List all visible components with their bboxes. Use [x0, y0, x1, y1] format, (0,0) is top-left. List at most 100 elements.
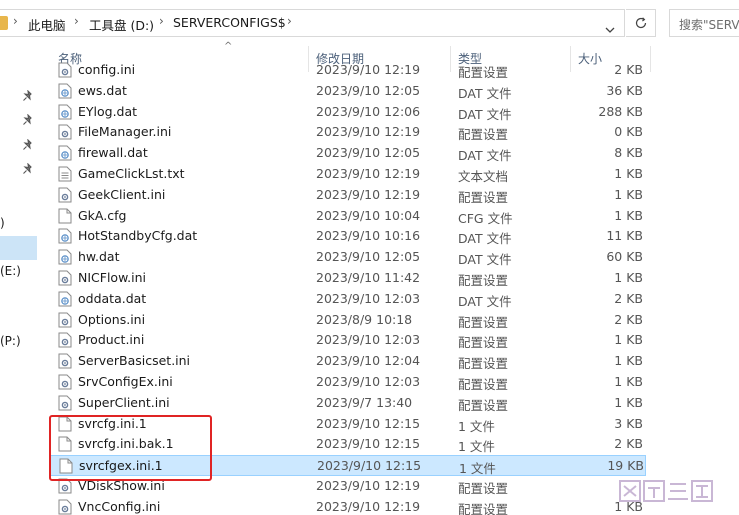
file-name: HotStandbyCfg.dat: [78, 228, 198, 244]
file-row[interactable]: hw.dat 2023/9/10 12:05 DAT 文件 60 KB: [50, 247, 646, 268]
file-date-modified: 2023/9/10 12:03: [316, 332, 421, 348]
file-date-modified: 2023/9/10 12:06: [316, 103, 421, 119]
file-row[interactable]: GameClickLst.txt 2023/9/10 12:19 文本文档 1 KB: [50, 164, 646, 185]
file-type: 配置设置: [458, 356, 509, 372]
file-row[interactable]: SuperClient.ini 2023/9/7 13:40 配置设置 1 KB: [50, 393, 646, 414]
address-bar[interactable]: › 此电脑 › 工具盘 (D:) › SERVERCONFIGS$ ›: [0, 9, 625, 37]
file-size: 11 KB: [606, 228, 643, 244]
file-row[interactable]: config.ini 2023/9/10 12:19 配置设置 2 KB: [50, 60, 646, 81]
file-row[interactable]: ews.dat 2023/9/10 12:05 DAT 文件 36 KB: [50, 81, 646, 102]
file-row[interactable]: NICFlow.ini 2023/9/10 11:42 配置设置 1 KB: [50, 268, 646, 289]
file-size: 1 KB: [614, 207, 643, 223]
file-row[interactable]: HotStandbyCfg.dat 2023/9/10 10:16 DAT 文件 11…: [50, 226, 646, 247]
watermark-logo: [618, 478, 718, 506]
file-date-modified: 2023/9/10 12:19: [316, 186, 421, 202]
chevron-right-icon[interactable]: ›: [159, 14, 164, 28]
file-date-modified: 2023/9/10 11:42: [316, 270, 421, 285]
file-row[interactable]: VncConfig.ini 2023/9/10 12:19 配置设置 1 KB: [50, 497, 646, 515]
file-name: GeekClient.ini: [78, 186, 166, 202]
file-size: 288 KB: [598, 103, 643, 119]
file-size: 1 KB: [614, 332, 643, 348]
breadcrumb-drive[interactable]: 工具盘 (D:): [89, 15, 154, 34]
file-type: 文本文档: [458, 169, 509, 184]
file-size: 2 KB: [614, 436, 643, 452]
chevron-down-icon: [605, 27, 615, 33]
highlight-annotation-box: [49, 415, 212, 481]
file-date-modified: 2023/8/9 10:18: [316, 311, 413, 327]
file-type: 配置设置: [458, 377, 509, 392]
file-size: 19 KB: [607, 458, 644, 474]
pin-icon[interactable]: [22, 139, 34, 153]
search-placeholder: 搜索"SERVE: [679, 18, 739, 32]
settings-file-icon: [58, 499, 72, 515]
file-date-modified: 2023/9/10 12:15: [316, 415, 421, 431]
file-type: 配置设置: [458, 314, 509, 330]
chevron-right-icon[interactable]: ›: [74, 14, 79, 28]
file-row[interactable]: FileManager.ini 2023/9/10 12:19 配置设置 0 KB: [50, 122, 646, 143]
search-input[interactable]: 搜索"SERVE: [669, 9, 739, 37]
file-size: 2 KB: [614, 311, 643, 327]
column-divider[interactable]: [650, 46, 651, 72]
file-row[interactable]: GeekClient.ini 2023/9/10 12:19 配置设置 1 KB: [50, 185, 646, 206]
breadcrumb-this-pc[interactable]: 此电脑: [28, 15, 66, 34]
file-date-modified: 2023/9/10 12:04: [316, 353, 421, 369]
file-name: NICFlow.ini: [78, 270, 146, 285]
file-name: SuperClient.ini: [78, 394, 170, 410]
file-row[interactable]: firewall.dat 2023/9/10 12:05 DAT 文件 8 KB: [50, 143, 646, 164]
file-row[interactable]: Product.ini 2023/9/10 12:03 配置设置 1 KB: [50, 330, 646, 351]
file-row[interactable]: EYlog.dat 2023/9/10 12:06 DAT 文件 288 KB: [50, 102, 646, 123]
nav-item-selected[interactable]: [0, 236, 37, 260]
text-file-icon: [58, 166, 72, 182]
settings-file-icon: [58, 353, 72, 369]
settings-file-icon: [58, 124, 72, 140]
file-size: 3 KB: [614, 415, 643, 431]
file-name: oddata.dat: [78, 290, 147, 306]
file-date-modified: 2023/9/10 12:05: [316, 82, 421, 98]
pin-icon[interactable]: [22, 114, 34, 128]
file-type: 1 文件: [458, 418, 495, 434]
file-date-modified: 2023/9/10 10:16: [316, 228, 421, 244]
navigation-pane: ) (E:) (P:): [0, 46, 40, 515]
file-date-modified: 2023/9/10 12:19: [316, 62, 421, 77]
file-row[interactable]: oddata.dat 2023/9/10 12:03 DAT 文件 2 KB: [50, 289, 646, 310]
file-type: DAT 文件: [458, 106, 512, 122]
nav-item-drive-e[interactable]: (E:): [0, 264, 21, 278]
dat-file-icon: [58, 291, 72, 307]
file-size: 1 KB: [614, 166, 643, 181]
pin-icon[interactable]: [22, 163, 34, 177]
settings-file-icon: [58, 312, 72, 328]
file-size: 0 KB: [614, 124, 643, 140]
file-type: 配置设置: [458, 273, 509, 288]
file-row[interactable]: GkA.cfg 2023/9/10 10:04 CFG 文件 1 KB: [50, 206, 646, 227]
refresh-button[interactable]: [626, 9, 656, 37]
file-name: SrvConfigEx.ini: [78, 374, 173, 389]
file-name: config.ini: [78, 62, 136, 77]
file-date-modified: 2023/9/10 12:19: [316, 498, 421, 514]
pin-icon[interactable]: [22, 90, 34, 104]
file-name: firewall.dat: [78, 145, 148, 161]
dat-file-icon: [58, 83, 72, 99]
file-row[interactable]: ServerBasicset.ini 2023/9/10 12:04 配置设置 1 K…: [50, 351, 646, 372]
file-row[interactable]: Options.ini 2023/8/9 10:18 配置设置 2 KB: [50, 310, 646, 331]
file-size: 1 KB: [614, 353, 643, 369]
file-name: GkA.cfg: [78, 207, 127, 223]
file-name: EYlog.dat: [78, 103, 138, 119]
file-date-modified: 2023/9/10 12:19: [316, 166, 421, 181]
file-type: DAT 文件: [458, 85, 512, 101]
dat-file-icon: [58, 145, 72, 161]
file-date-modified: 2023/9/10 12:19: [316, 478, 421, 493]
watermark-logo-icon: [619, 480, 713, 502]
file-date-modified: 2023/9/10 12:19: [316, 124, 421, 140]
nav-item-drive-p[interactable]: (P:): [0, 334, 21, 348]
file-row[interactable]: SrvConfigEx.ini 2023/9/10 12:03 配置设置 1 KB: [50, 372, 646, 393]
chevron-right-icon[interactable]: ›: [13, 14, 18, 28]
breadcrumb-folder[interactable]: SERVERCONFIGS$: [173, 15, 286, 30]
blank-file-icon: [58, 208, 72, 224]
address-history-dropdown[interactable]: [598, 24, 622, 44]
settings-file-icon: [58, 374, 72, 390]
file-type: 配置设置: [458, 189, 509, 205]
file-type: 配置设置: [458, 501, 509, 515]
chevron-right-icon[interactable]: ›: [287, 14, 292, 28]
settings-file-icon: [58, 332, 72, 348]
nav-item-drive[interactable]: ): [0, 216, 5, 230]
